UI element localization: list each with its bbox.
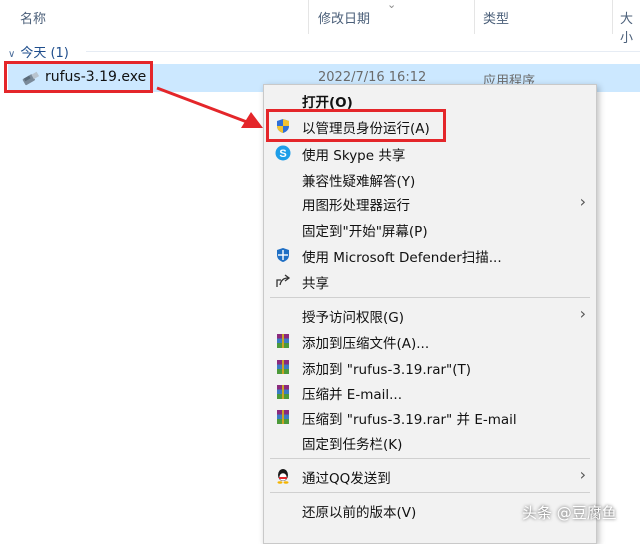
chevron-right-icon: › xyxy=(579,192,586,211)
group-label: 今天 (1) xyxy=(20,46,69,61)
menu-separator xyxy=(270,297,590,298)
winrar-icon xyxy=(277,360,289,374)
context-menu: 打开(O) 以管理员身份运行(A) S 使用 Skype 共享 兼容性疑难解答(… xyxy=(263,84,597,544)
chevron-down-icon: ∨ xyxy=(8,49,16,60)
menu-item-share[interactable]: 共享 xyxy=(264,269,596,293)
watermark: 头条 @豆腐鱼 xyxy=(522,504,617,522)
menu-separator xyxy=(270,458,590,459)
menu-item-label: 用图形处理器运行 xyxy=(302,198,410,214)
defender-icon xyxy=(277,248,289,262)
menu-item-grant-access[interactable]: 授予访问权限(G) › xyxy=(264,303,596,327)
group-divider xyxy=(86,51,640,52)
column-header: 名称 ⌄ 修改日期 类型 大小 xyxy=(0,0,640,46)
menu-item-pin-taskbar[interactable]: 固定到任务栏(K) xyxy=(264,430,596,454)
column-modified[interactable]: 修改日期 xyxy=(318,8,370,27)
menu-item-compress-rar-email[interactable]: 压缩到 "rufus-3.19.rar" 并 E-mail xyxy=(264,405,596,429)
menu-item-label: 使用 Microsoft Defender扫描... xyxy=(302,250,502,266)
sort-chevron-icon: ⌄ xyxy=(387,0,397,11)
menu-item-send-qq[interactable]: 通过QQ发送到 › xyxy=(264,464,596,488)
menu-item-label: 固定到任务栏(K) xyxy=(302,437,403,453)
menu-item-add-to-archive[interactable]: 添加到压缩文件(A)... xyxy=(264,329,596,353)
menu-item-label: 授予访问权限(G) xyxy=(302,310,404,326)
menu-item-label: 固定到"开始"屏幕(P) xyxy=(302,224,428,240)
chevron-right-icon: › xyxy=(579,465,586,484)
menu-separator xyxy=(270,492,590,493)
menu-item-label: 还原以前的版本(V) xyxy=(302,505,417,521)
menu-item-label: 添加到压缩文件(A)... xyxy=(302,336,430,352)
menu-item-add-to-rar[interactable]: 添加到 "rufus-3.19.rar"(T) xyxy=(264,355,596,379)
column-type[interactable]: 类型 xyxy=(483,8,509,27)
menu-item-run-with-gpu[interactable]: 用图形处理器运行 › xyxy=(264,191,596,215)
column-divider[interactable] xyxy=(474,0,475,34)
menu-item-label: 共享 xyxy=(302,276,329,292)
menu-item-label: 使用 Skype 共享 xyxy=(302,148,406,164)
annotation-arrow xyxy=(156,86,263,128)
menu-item-label: 兼容性疑难解答(Y) xyxy=(302,174,416,190)
group-header-today[interactable]: ∨ 今天 (1) xyxy=(8,42,69,61)
menu-item-skype-share[interactable]: S 使用 Skype 共享 xyxy=(264,141,596,165)
annotation-highlight-file xyxy=(4,61,153,93)
winrar-icon xyxy=(277,410,289,424)
menu-item-pin-start[interactable]: 固定到"开始"屏幕(P) xyxy=(264,217,596,241)
menu-item-label: 压缩到 "rufus-3.19.rar" 并 E-mail xyxy=(302,412,517,428)
column-name[interactable]: 名称 xyxy=(20,8,46,27)
annotation-highlight-run-as-admin xyxy=(266,109,446,142)
chevron-right-icon: › xyxy=(579,304,586,323)
menu-item-compress-email[interactable]: 压缩并 E-mail... xyxy=(264,380,596,404)
menu-item-label: 压缩并 E-mail... xyxy=(302,387,402,403)
menu-item-label: 打开(O) xyxy=(302,95,353,111)
svg-text:S: S xyxy=(279,148,286,160)
menu-item-compat-troubleshoot[interactable]: 兼容性疑难解答(Y) xyxy=(264,167,596,191)
skype-icon: S xyxy=(275,145,291,161)
menu-item-label: 添加到 "rufus-3.19.rar"(T) xyxy=(302,362,472,378)
qq-icon xyxy=(277,469,289,484)
winrar-icon xyxy=(277,385,289,399)
column-size[interactable]: 大小 xyxy=(620,8,640,46)
menu-item-label: 通过QQ发送到 xyxy=(302,471,391,487)
menu-item-defender-scan[interactable]: 使用 Microsoft Defender扫描... xyxy=(264,243,596,267)
column-divider[interactable] xyxy=(612,0,613,34)
column-divider[interactable] xyxy=(308,0,309,34)
file-date: 2022/7/16 16:12 xyxy=(318,70,427,85)
winrar-icon xyxy=(277,334,289,348)
share-icon xyxy=(276,274,291,287)
